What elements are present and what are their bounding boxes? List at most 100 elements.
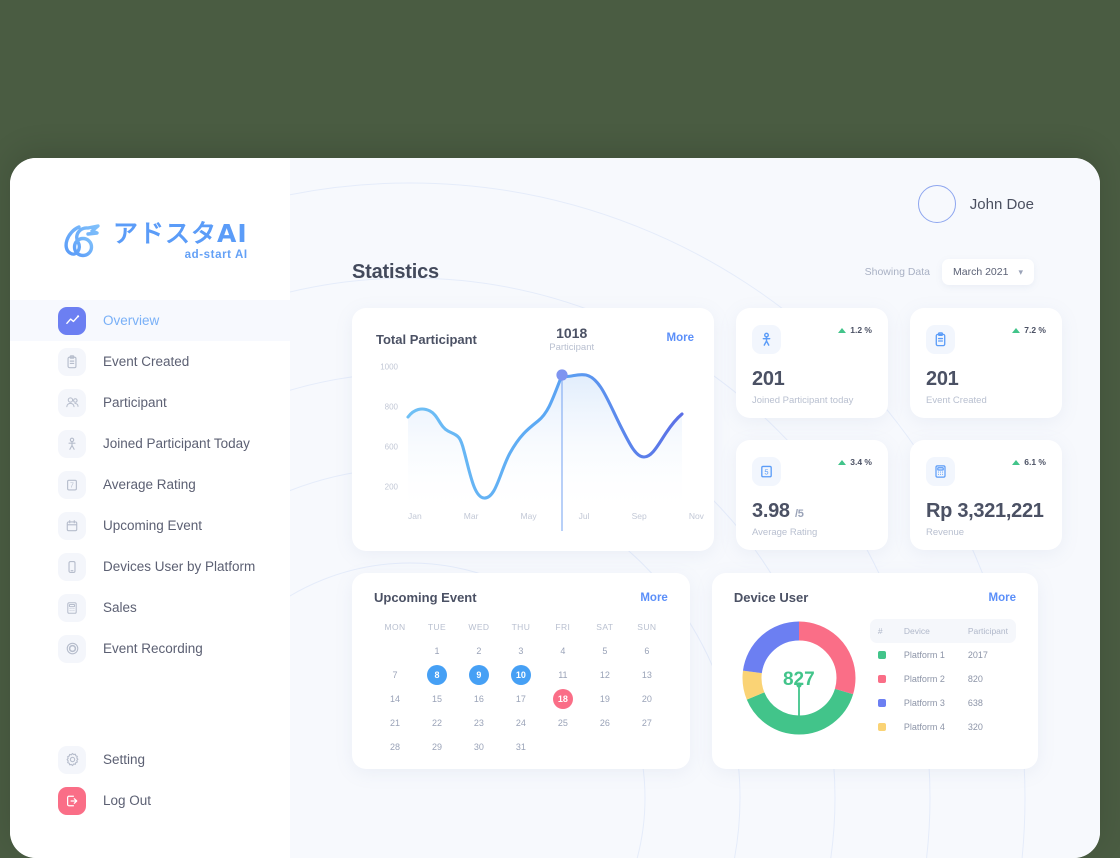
x-tick: Jul [578,511,590,521]
sidebar-item-label: Upcoming Event [103,518,203,533]
column-header-index: # [877,626,883,636]
table-row[interactable]: Platform 4 320 [870,715,1016,739]
calendar-day[interactable]: 18 [552,689,573,709]
color-swatch [877,699,886,707]
chart-more-link[interactable]: More [667,332,694,344]
device-user-card: Device User More 827 # Device Participan… [711,573,1038,769]
calendar-day[interactable]: 27 [637,713,657,733]
stat-delta-value: 6.1 % [1024,457,1046,467]
calendar-day[interactable]: 25 [553,713,573,733]
stat-cards-row-1: 1.2 % 201 Joined Participant today 7.2 %… [736,308,1062,418]
user-profile[interactable]: John Doe [917,185,1034,223]
calendar-day[interactable]: 22 [427,713,447,733]
calendar-day[interactable]: 8 [426,665,447,685]
table-row[interactable]: Platform 1 2017 [870,643,1016,667]
app-logo[interactable]: アドスタAI ad-start AI [10,158,290,288]
sidebar-item-joined-participant-today[interactable]: Joined Participant Today [10,423,290,464]
calendar-day[interactable]: 10 [510,665,531,685]
stat-card-top: 7.2 % [926,325,1046,354]
total-participant-card: Total Participant 1018 Participant More [352,308,714,551]
user-name: John Doe [969,195,1034,213]
period-select[interactable]: March 2021 ▾ [942,259,1034,285]
sidebar-nav: Overview Event Created Participant Joine… [10,300,290,821]
table-row[interactable]: Platform 3 638 [870,691,1016,715]
sidebar-item-event-recording[interactable]: Event Recording [10,628,290,669]
donut-center-value: 827 [782,668,815,690]
sidebar-item-event-created[interactable]: Event Created [10,341,290,382]
cell-participant: 820 [967,674,983,684]
calendar-day[interactable]: 5 [595,641,615,661]
person-icon [752,325,781,354]
calendar-day[interactable]: 6 [637,641,657,661]
device-user-body: 827 # Device Participant Platform 1 2017 P… [734,613,1016,748]
calendar-day-header: WED [468,622,490,632]
x-tick: Mar [463,511,479,521]
rating-square-icon: 7 [58,470,86,499]
sidebar-item-log-out[interactable]: Log Out [10,780,290,821]
sidebar-item-overview[interactable]: Overview [10,300,290,341]
sidebar-item-average-rating[interactable]: 7 Average Rating [10,464,290,505]
calendar-day[interactable]: 2 [469,641,489,661]
sidebar-item-label: Devices User by Platform [103,559,256,574]
rating-square-icon: 5 [752,457,781,486]
calendar-day[interactable]: 7 [385,665,405,685]
sidebar-item-label: Average Rating [103,477,196,492]
sidebar-item-label: Overview [103,313,160,328]
stat-card-top: 5 3.4 % [752,457,872,486]
logout-icon [58,786,86,815]
y-tick: 600 [384,442,398,452]
calendar-day[interactable]: 30 [469,737,489,757]
stat-delta: 3.4 % [838,457,872,467]
color-swatch [877,651,886,659]
calendar-day[interactable]: 13 [637,665,657,685]
sidebar-item-upcoming-event[interactable]: Upcoming Event [10,505,290,546]
calendar-day[interactable]: 23 [469,713,489,733]
color-swatch [877,675,886,683]
table-body: Platform 1 2017 Platform 2 820 Platform 3 638… [870,643,1016,739]
calendar-day[interactable]: 31 [511,737,531,757]
calendar-day[interactable]: 15 [427,689,447,709]
calendar-day[interactable]: 21 [385,713,405,733]
svg-text:5: 5 [764,467,768,476]
sidebar-item-setting[interactable]: Setting [10,739,290,780]
calendar-day-header: MON [384,622,406,632]
calendar-day[interactable]: 24 [511,713,531,733]
chart-x-axis: Jan Mar May Jul Sep Nov [408,511,704,521]
calendar-day[interactable]: 19 [595,689,615,709]
calendar-day[interactable]: 1 [427,641,447,661]
calendar-day[interactable]: 20 [637,689,657,709]
calendar-day[interactable]: 4 [553,641,573,661]
sidebar-item-sales[interactable]: Sales [10,587,290,628]
table-row[interactable]: Platform 2 820 [870,667,1016,691]
stat-card-event-created: 7.2 % 201 Event Created [910,308,1062,418]
stat-value-wrap: 3.98 /5 [752,500,872,523]
sidebar-item-devices-user-by-platform[interactable]: Devices User by Platform [10,546,290,587]
stat-value: 201 [752,368,785,390]
avatar[interactable] [917,185,956,223]
calendar-day[interactable]: 12 [595,665,615,685]
main-content: John Doe Statistics Showing Data March 2… [290,158,1100,858]
mobile-icon [58,552,86,581]
stat-delta-value: 3.4 % [850,457,872,467]
sidebar-item-participant[interactable]: Participant [10,382,290,423]
calendar-day-header: SAT [596,622,614,632]
calendar-day[interactable]: 26 [595,713,615,733]
device-user-more-link[interactable]: More [989,592,1016,604]
top-bar: John Doe [290,158,1100,250]
calendar-day[interactable]: 14 [385,689,405,709]
stat-delta-value: 7.2 % [1024,325,1046,335]
calendar-day[interactable]: 11 [553,665,573,685]
calendar-day[interactable]: 9 [468,665,489,685]
calendar-day[interactable]: 29 [427,737,447,757]
calendar-day[interactable]: 3 [511,641,531,661]
calendar-day[interactable]: 28 [385,737,405,757]
x-tick: Sep [631,511,647,521]
stat-value: 3.98 [752,500,790,522]
sidebar-item-label: Log Out [103,793,152,808]
calendar-day[interactable]: 17 [511,689,531,709]
upcoming-event-more-link[interactable]: More [640,592,667,604]
color-swatch [877,723,886,731]
calendar-day[interactable]: 16 [469,689,489,709]
calendar-day-header: TUE [427,622,447,632]
